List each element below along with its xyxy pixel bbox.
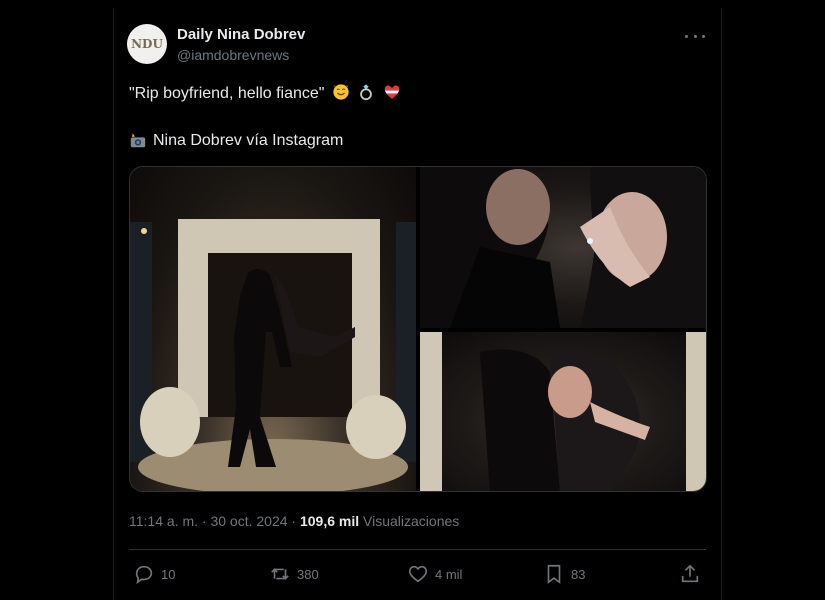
tweet-text-line-2: Nina Dobrev vía Instagram xyxy=(129,132,343,150)
camera-with-flash-icon xyxy=(130,133,146,148)
action-bar: 10 380 4 mil 83 xyxy=(129,563,706,587)
tweet-text-line-1: "Rip boyfriend, hello fiance" xyxy=(129,83,401,103)
more-options-icon[interactable] xyxy=(685,26,705,46)
repost-count: 380 xyxy=(297,566,319,582)
smiling-face-with-hearts-icon xyxy=(333,84,349,100)
heart-icon xyxy=(408,565,428,583)
couple-kiss-photo[interactable] xyxy=(420,332,706,491)
media-grid xyxy=(129,166,707,492)
divider xyxy=(129,549,706,550)
bookmark-count: 83 xyxy=(571,566,586,582)
reply-icon xyxy=(135,565,153,585)
repost-button[interactable]: 380 xyxy=(269,563,319,585)
reply-button[interactable]: 10 xyxy=(133,563,175,585)
views-label: Visualizaciones xyxy=(363,513,460,529)
like-count: 4 mil xyxy=(435,566,463,582)
tweet-quote: "Rip boyfriend, hello fiance" xyxy=(129,85,325,102)
share-button[interactable] xyxy=(679,563,701,585)
repost-icon xyxy=(271,568,289,580)
tweet-card: NDU Daily Nina Dobrev @iamdobrevnews "Ri… xyxy=(113,8,722,600)
avatar[interactable]: NDU xyxy=(127,24,167,64)
views-count: 109,6 mil xyxy=(299,513,360,529)
couple-closeup-ring-photo[interactable] xyxy=(420,167,706,328)
bookmark-button[interactable]: 83 xyxy=(543,563,585,585)
like-button[interactable]: 4 mil xyxy=(407,563,462,585)
tweet-time[interactable]: 11:14 a. m. xyxy=(129,513,198,529)
author-display-name[interactable]: Daily Nina Dobrev xyxy=(177,26,305,43)
reply-count: 10 xyxy=(161,566,176,582)
tweet-source-text: Nina Dobrev vía Instagram xyxy=(153,132,344,149)
author-handle[interactable]: @iamdobrevnews xyxy=(177,47,289,63)
bookmark-icon xyxy=(547,564,561,584)
share-icon xyxy=(681,564,699,583)
heart-flag-icon xyxy=(384,85,400,99)
tweet-meta: 11:14 a. m. · 30 oct. 2024 · 109,6 mil V… xyxy=(129,513,459,529)
ring-icon xyxy=(360,84,373,101)
tweet-date[interactable]: 30 oct. 2024 xyxy=(210,513,287,529)
meta-separator: · xyxy=(291,513,300,529)
engagement-arch-photo[interactable] xyxy=(130,167,416,491)
avatar-logo: NDU xyxy=(131,37,163,51)
